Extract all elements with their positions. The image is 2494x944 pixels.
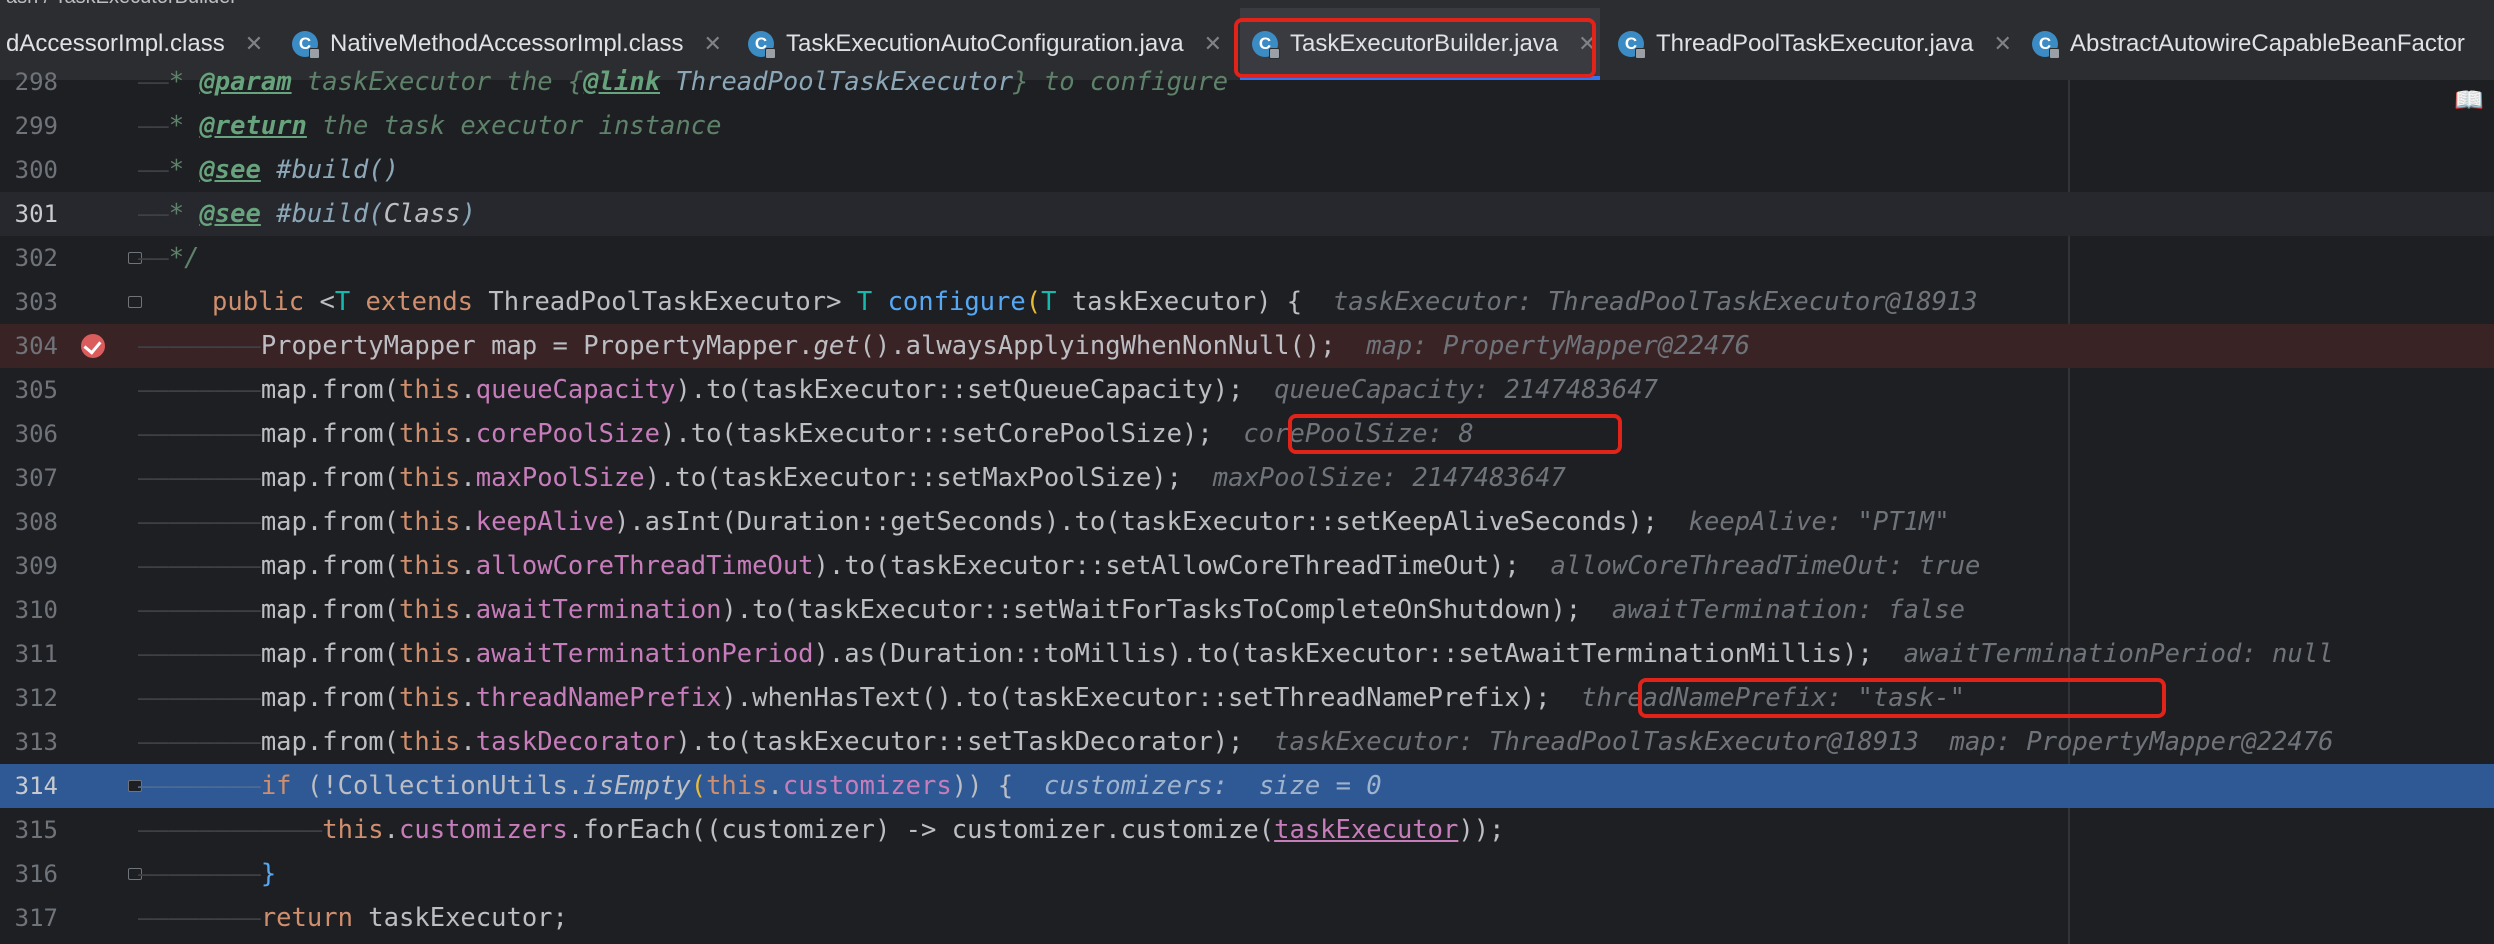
line-number[interactable]: 309: [0, 544, 58, 588]
line-number[interactable]: 306: [0, 412, 58, 456]
inline-debug-value: allowCoreThreadTimeOut: true: [1550, 551, 1981, 581]
line-number[interactable]: 311: [0, 632, 58, 676]
code-text: ————————return taskExecutor;: [138, 903, 568, 933]
breakpoint-icon[interactable]: [81, 334, 105, 358]
close-icon[interactable]: ✕: [245, 31, 263, 57]
inline-debug-value: taskExecutor: ThreadPoolTaskExecutor@189…: [1274, 727, 1919, 757]
line-number[interactable]: 299: [0, 104, 58, 148]
breadcrumb: ash / TaskExecutorBuilder: [0, 0, 2494, 8]
inline-debug-value: keepAlive: "PT1M": [1688, 507, 1950, 537]
class-file-icon: C: [292, 31, 320, 59]
line-number[interactable]: 302: [0, 236, 58, 280]
java-class-icon: C: [1618, 31, 1646, 59]
code-text: ——* @param taskExecutor the {@link Threa…: [138, 67, 1229, 97]
code-line[interactable]: 302 ——*/: [0, 236, 2494, 280]
code-text: ————————map.from(this.awaitTerminationPe…: [138, 639, 2334, 669]
code-line[interactable]: 307 ————————map.from(this.maxPoolSize).t…: [0, 456, 2494, 500]
code-text: ————————————this.customizers.forEach((cu…: [138, 815, 1505, 845]
java-class-icon: C: [748, 31, 776, 59]
line-number[interactable]: 313: [0, 720, 58, 764]
line-number[interactable]: 300: [0, 148, 58, 192]
code-line-execution-point[interactable]: 314 ————————if (!CollectionUtils.isEmpty…: [0, 764, 2494, 808]
inline-debug-value: taskExecutor: ThreadPoolTaskExecutor@189…: [1332, 287, 1978, 317]
code-line-current[interactable]: 301 ——* @see #build(Class): [0, 192, 2494, 236]
inline-debug-value: corePoolSize: 8: [1243, 419, 1474, 449]
inline-debug-value: queueCapacity: 2147483647: [1274, 375, 1658, 405]
close-icon[interactable]: ✕: [703, 31, 721, 57]
code-line[interactable]: 312 ————————map.from(this.threadNamePref…: [0, 676, 2494, 720]
inline-debug-value: customizers: size = 0: [1043, 771, 1382, 801]
line-number[interactable]: 307: [0, 456, 58, 500]
line-number[interactable]: 301: [0, 192, 58, 236]
code-text: ————————map.from(this.taskDecorator).to(…: [138, 727, 2334, 757]
java-class-icon: C: [2032, 31, 2060, 59]
inline-debug-value: awaitTerminationPeriod: null: [1903, 639, 2334, 669]
code-line[interactable]: 306 ————————map.from(this.corePoolSize).…: [0, 412, 2494, 456]
line-number[interactable]: 298: [0, 60, 58, 104]
inline-debug-value: map: PropertyMapper@22476: [1949, 727, 2334, 757]
inline-debug-value: maxPoolSize: 2147483647: [1212, 463, 1566, 493]
code-line[interactable]: 310 ————————map.from(this.awaitTerminati…: [0, 588, 2494, 632]
code-line[interactable]: 298 ——* @param taskExecutor the {@link T…: [0, 60, 2494, 104]
inline-debug-value: map: PropertyMapper@22476: [1366, 331, 1751, 361]
line-number[interactable]: 305: [0, 368, 58, 412]
code-text: ————————map.from(this.maxPoolSize).to(ta…: [138, 463, 1566, 493]
code-text: ————————map.from(this.keepAlive).asInt(D…: [138, 507, 1950, 537]
line-number[interactable]: 304: [0, 324, 58, 368]
code-line[interactable]: 309 ————————map.from(this.allowCoreThrea…: [0, 544, 2494, 588]
code-line[interactable]: 300 ——* @see #build(): [0, 148, 2494, 192]
code-text: ——*/: [138, 243, 200, 273]
code-text: ————————map.from(this.queueCapacity).to(…: [138, 375, 1658, 405]
code-text: ——* @return the task executor instance: [138, 111, 722, 141]
code-text: ————————map.from(this.threadNamePrefix).…: [138, 683, 1965, 713]
code-line[interactable]: 315 ————————————this.customizers.forEach…: [0, 808, 2494, 852]
inline-debug-value: awaitTermination: false: [1611, 595, 1965, 625]
line-number[interactable]: 303: [0, 280, 58, 324]
code-text: ————————map.from(this.awaitTermination).…: [138, 595, 1965, 625]
code-line[interactable]: 305 ————————map.from(this.queueCapacity)…: [0, 368, 2494, 412]
code-line[interactable]: 311 ————————map.from(this.awaitTerminati…: [0, 632, 2494, 676]
line-number[interactable]: 317: [0, 896, 58, 940]
line-number[interactable]: 316: [0, 852, 58, 896]
code-text: ——* @see #build(Class): [138, 199, 476, 229]
inline-debug-value: threadNamePrefix: "task-": [1581, 683, 1965, 713]
close-icon[interactable]: ✕: [1578, 31, 1596, 57]
code-text: ————————}: [138, 859, 277, 889]
code-editor[interactable]: 📖 298 ——* @param taskExecutor the {@link…: [0, 67, 2494, 944]
code-text: ————————map.from(this.allowCoreThreadTim…: [138, 551, 1981, 581]
line-number[interactable]: 312: [0, 676, 58, 720]
code-line[interactable]: 299 ——* @return the task executor instan…: [0, 104, 2494, 148]
code-text: ————————if (!CollectionUtils.isEmpty(thi…: [138, 771, 1382, 801]
close-icon[interactable]: ✕: [1994, 31, 2012, 57]
line-number[interactable]: 310: [0, 588, 58, 632]
line-number[interactable]: 314: [0, 764, 58, 808]
java-class-icon: C: [1252, 31, 1280, 59]
code-text: ————————map.from(this.corePoolSize).to(t…: [138, 419, 1474, 449]
code-line-breakpoint[interactable]: 304 ————————PropertyMapper map = Propert…: [0, 324, 2494, 368]
code-line[interactable]: 313 ————————map.from(this.taskDecorator)…: [0, 720, 2494, 764]
code-text: public <T extends ThreadPoolTaskExecutor…: [212, 287, 1978, 317]
code-text: ————————PropertyMapper map = PropertyMap…: [138, 331, 1751, 361]
line-number[interactable]: 315: [0, 808, 58, 852]
code-line[interactable]: 317 ————————return taskExecutor;: [0, 896, 2494, 940]
line-number[interactable]: 308: [0, 500, 58, 544]
code-text: ——* @see #build(): [138, 155, 400, 185]
code-line[interactable]: 303 public <T extends ThreadPoolTaskExec…: [0, 280, 2494, 324]
code-line[interactable]: 316 ————————}: [0, 852, 2494, 896]
fold-icon[interactable]: [128, 296, 142, 308]
close-icon[interactable]: ✕: [1204, 31, 1222, 57]
code-line[interactable]: 308 ————————map.from(this.keepAlive).asI…: [0, 500, 2494, 544]
